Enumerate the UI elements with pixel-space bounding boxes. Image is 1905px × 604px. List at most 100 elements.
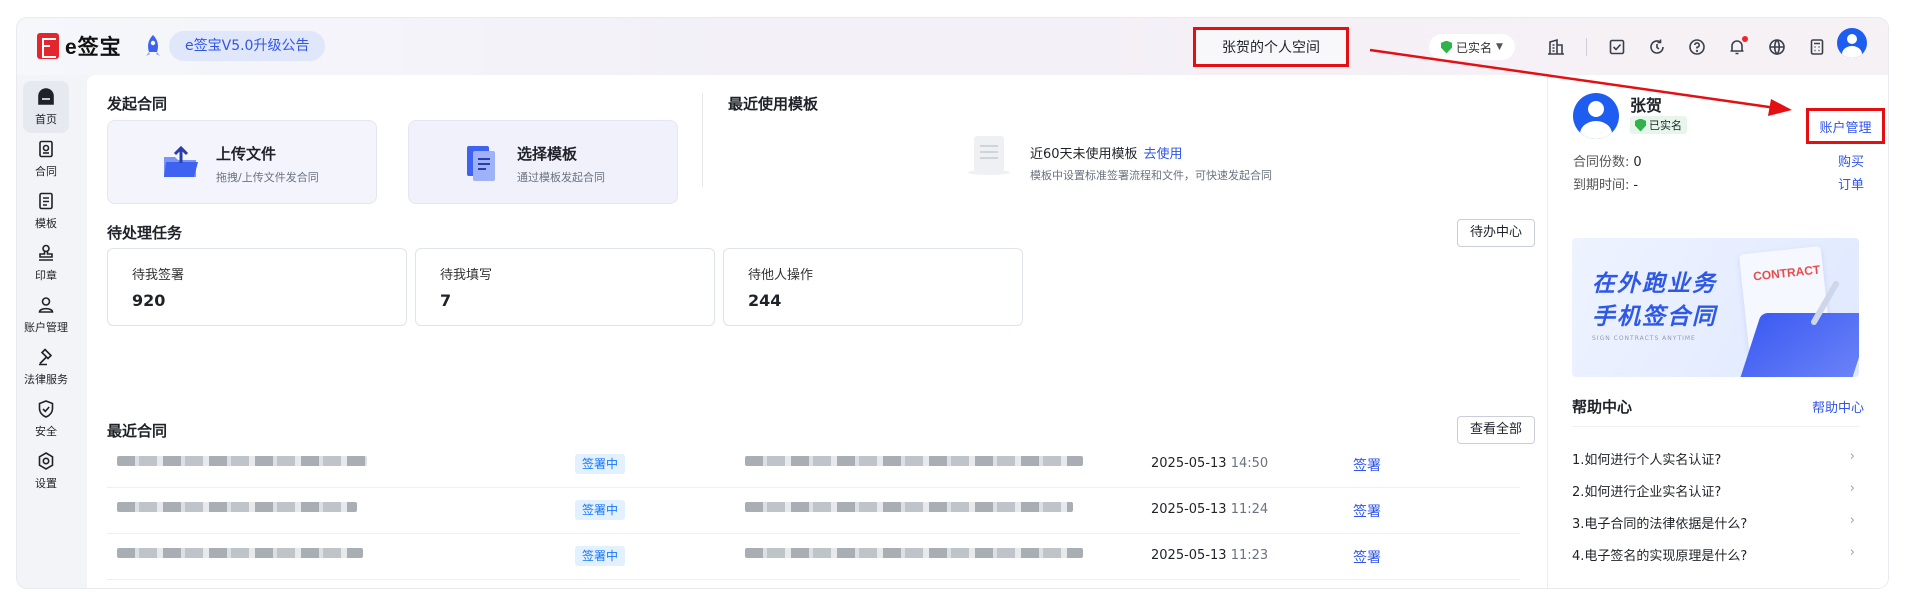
- help-item[interactable]: 2.如何进行企业实名认证? ›: [1572, 481, 1859, 500]
- sidebar-item-label: 账户管理: [24, 321, 68, 334]
- redacted-contract-name: [117, 548, 363, 558]
- redacted-participants: [745, 548, 1083, 558]
- sidebar-item-label: 模板: [35, 217, 57, 230]
- help-item[interactable]: 3.电子合同的法律依据是什么? ›: [1572, 513, 1859, 532]
- verified-shield-icon: [1635, 118, 1646, 132]
- verified-badge-label: 已实名: [1649, 119, 1682, 132]
- seal-icon: [39, 244, 53, 261]
- task-card-label: 待我签署: [132, 268, 185, 283]
- sidebar-item-settings[interactable]: 设置: [23, 445, 69, 497]
- orders-link[interactable]: 订单: [1838, 174, 1864, 193]
- user-avatar[interactable]: [1837, 28, 1867, 58]
- sidebar-item-security[interactable]: 安全: [23, 393, 69, 445]
- notification-dot: [1742, 36, 1748, 42]
- recent-templates-title: 最近使用模板: [728, 95, 819, 113]
- sidebar-item-home[interactable]: 首页: [23, 81, 69, 133]
- logo[interactable]: e签宝: [37, 31, 122, 61]
- go-use-link[interactable]: 去使用: [1144, 147, 1183, 162]
- sidebar-item-legal[interactable]: 法律服务: [23, 341, 69, 393]
- account-manage-link[interactable]: 账户管理: [1806, 108, 1885, 144]
- building-icon[interactable]: [1544, 35, 1568, 59]
- header-toolbar: [1544, 35, 1845, 59]
- empty-templates-text: 近60天未使用模板 去使用: [1030, 143, 1183, 162]
- tasks-title: 待处理任务: [107, 224, 183, 242]
- verify-status-label: 已实名: [1456, 40, 1493, 55]
- checkbox-icon[interactable]: [1605, 35, 1629, 59]
- sign-link[interactable]: 签署: [1353, 501, 1381, 521]
- verified-badge: 已实名: [1630, 116, 1687, 134]
- promo-banner[interactable]: 在外跑业务 手机签合同 SIGN CONTRACTS ANYTIME CONTR…: [1572, 238, 1859, 377]
- sidebar-item-label: 印章: [35, 269, 57, 282]
- sidebar-item-template[interactable]: 模板: [23, 185, 69, 237]
- gear-icon: [38, 452, 54, 470]
- template-icon: [39, 192, 53, 210]
- row-date-value: 2025-05-13: [1151, 548, 1227, 563]
- status-badge: 签署中: [575, 454, 626, 474]
- select-template-card[interactable]: 选择模板 通过模板发起合同: [408, 120, 678, 204]
- view-all-button[interactable]: 查看全部: [1457, 416, 1536, 444]
- task-card-to-sign[interactable]: 待我签署 920: [107, 248, 407, 326]
- expire-time: 到期时间: -: [1573, 174, 1638, 193]
- expire-time-value: -: [1633, 178, 1639, 193]
- upload-file-card[interactable]: 上传文件 拖拽/上传文件发合同: [107, 120, 377, 204]
- redacted-contract-name: [117, 456, 367, 466]
- verify-status-dropdown[interactable]: 已实名 ▼: [1429, 34, 1515, 60]
- main-content: 发起合同 上传文件 拖拽/上传文件发合同 选择模板 通过模板发起合同 最近使用模…: [87, 75, 1547, 588]
- row-date: 2025-05-13 11:23: [1151, 548, 1268, 563]
- table-row[interactable]: 签署中 2025-05-13 11:24 签署: [107, 488, 1520, 534]
- banner-line-3: SIGN CONTRACTS ANYTIME: [1592, 335, 1696, 342]
- help-divider: [1572, 426, 1859, 427]
- sidebar-item-contract[interactable]: 合同: [23, 133, 69, 185]
- upgrade-notice[interactable]: e签宝V5.0升级公告: [143, 31, 326, 61]
- chevron-right-icon: ›: [1849, 513, 1855, 528]
- sidebar-item-account[interactable]: 账户管理: [23, 289, 69, 341]
- section-divider: [702, 93, 703, 187]
- upload-file-desc: 拖拽/上传文件发合同: [216, 171, 319, 184]
- banner-line-1: 在外跑业务: [1592, 271, 1717, 297]
- calculator-icon[interactable]: [1805, 35, 1829, 59]
- task-card-value: 7: [440, 291, 452, 310]
- space-switcher[interactable]: 张贺的个人空间: [1193, 27, 1349, 67]
- refresh-icon[interactable]: [1645, 35, 1669, 59]
- row-date-value: 2025-05-13: [1151, 456, 1227, 471]
- row-time-value: 11:23: [1230, 548, 1269, 563]
- table-row[interactable]: 签署中 2025-05-13 14:50 签署: [107, 442, 1520, 488]
- shield-icon: [38, 400, 54, 418]
- redacted-contract-name: [117, 502, 357, 512]
- redacted-participants: [745, 502, 1073, 512]
- task-card-to-fill[interactable]: 待我填写 7: [415, 248, 715, 326]
- help-center-title: 帮助中心: [1572, 398, 1633, 416]
- contract-count-label: 合同份数:: [1573, 155, 1630, 170]
- help-item[interactable]: 4.电子签名的实现原理是什么? ›: [1572, 545, 1859, 564]
- help-item-label: 4.电子签名的实现原理是什么?: [1572, 549, 1748, 564]
- task-card-label: 待我填写: [440, 268, 493, 283]
- help-center-link[interactable]: 帮助中心: [1812, 397, 1864, 416]
- row-time-value: 11:24: [1230, 502, 1269, 517]
- empty-templates-desc: 模板中设置标准签署流程和文件，可快速发起合同: [1030, 169, 1272, 182]
- task-card-others[interactable]: 待他人操作 244: [723, 248, 1023, 326]
- sidebar-item-seal[interactable]: 印章: [23, 237, 69, 289]
- buy-link[interactable]: 购买: [1838, 151, 1864, 170]
- home-icon: [38, 88, 54, 105]
- profile-name: 张贺: [1630, 96, 1663, 115]
- user-icon: [38, 297, 54, 313]
- todo-center-button[interactable]: 待办中心: [1457, 219, 1536, 247]
- logo-text: e签宝: [65, 36, 122, 59]
- expire-time-label: 到期时间:: [1573, 178, 1630, 193]
- row-date: 2025-05-13 14:50: [1151, 456, 1268, 471]
- bell-icon[interactable]: [1725, 35, 1749, 59]
- help-item[interactable]: 1.如何进行个人实名认证? ›: [1572, 449, 1859, 468]
- logo-mark-icon: [37, 33, 59, 59]
- upload-file-title: 上传文件: [216, 145, 277, 163]
- help-icon[interactable]: [1685, 35, 1709, 59]
- table-row[interactable]: 签署中 2025-05-13 11:23 签署: [107, 534, 1520, 580]
- sign-link[interactable]: 签署: [1353, 455, 1381, 475]
- sign-link[interactable]: 签署: [1353, 547, 1381, 567]
- sidebar-item-label: 法律服务: [24, 373, 68, 386]
- globe-icon[interactable]: [1765, 35, 1789, 59]
- contract-count-value: 0: [1633, 155, 1642, 170]
- help-item-label: 2.如何进行企业实名认证?: [1572, 485, 1722, 500]
- rocket-icon: [143, 34, 163, 58]
- row-time-value: 14:50: [1230, 456, 1269, 471]
- profile-avatar[interactable]: [1573, 93, 1619, 139]
